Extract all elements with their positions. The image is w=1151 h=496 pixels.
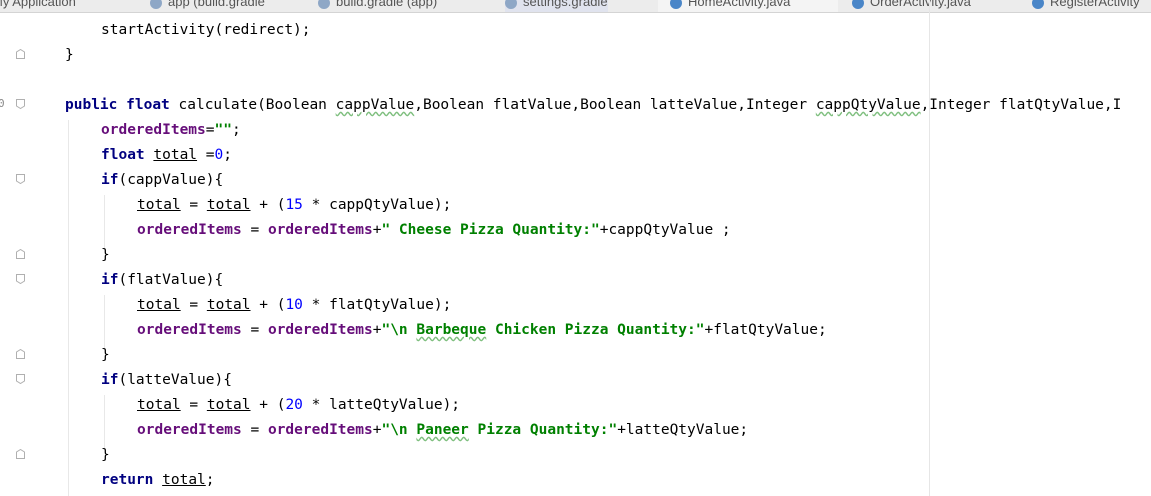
tab-build-gradle-app[interactable]: build.gradle (app) — [318, 0, 437, 12]
code-line: orderedItems = orderedItems+"\n Barbeque… — [137, 322, 827, 338]
code-line: total = total + (20 * latteQtyValue); — [137, 397, 461, 413]
code-line: startActivity(redirect); — [101, 22, 311, 38]
fold-start-icon[interactable] — [16, 274, 25, 284]
code-line: float total =0; — [101, 147, 232, 163]
fold-start-icon[interactable] — [16, 374, 25, 384]
tab-app-build-gradle[interactable]: app (build.gradle — [150, 0, 265, 12]
fold-end-icon[interactable] — [16, 49, 25, 59]
fold-end-icon[interactable] — [16, 449, 25, 459]
code-line: } — [101, 347, 110, 363]
class-icon — [1032, 0, 1044, 9]
indent-guide — [104, 395, 105, 450]
tab-order-activity[interactable]: OrderActivity.java — [852, 0, 971, 12]
indent-guide — [104, 195, 105, 250]
code-line: public float calculate(Boolean cappValue… — [65, 97, 1122, 113]
code-line: return total; — [101, 472, 215, 488]
code-line: orderedItems = orderedItems+" Cheese Piz… — [137, 222, 731, 238]
code-line: } — [65, 47, 74, 63]
code-line: if(flatValue){ — [101, 272, 224, 288]
code-line: total = total + (10 * flatQtyValue); — [137, 297, 452, 313]
code-line: } — [101, 447, 110, 463]
tab-home-activity[interactable]: HomeActivity.java — [658, 0, 838, 12]
tab-my-application[interactable]: My Application — [0, 0, 76, 12]
code-line: if(cappValue){ — [101, 172, 224, 188]
gradle-icon — [505, 0, 517, 9]
fold-end-icon[interactable] — [16, 349, 25, 359]
class-icon — [670, 0, 682, 9]
fold-start-icon[interactable] — [16, 99, 25, 109]
indent-guide — [68, 120, 69, 496]
editor-tab-bar: My Application app (build.gradle build.g… — [0, 0, 1151, 13]
gradle-icon — [150, 0, 162, 9]
gradle-icon — [318, 0, 330, 9]
right-margin-guide — [929, 0, 930, 496]
code-line: orderedItems = orderedItems+"\n Paneer P… — [137, 422, 749, 438]
code-line: orderedItems=""; — [101, 122, 241, 138]
gutter-marker: 0 — [0, 97, 5, 110]
code-line: if(latteValue){ — [101, 372, 232, 388]
class-icon — [852, 0, 864, 9]
tab-settings-gradle[interactable]: settings.gradle — [505, 0, 608, 12]
tab-register-activity[interactable]: RegisterActivity — [1032, 0, 1140, 12]
code-line: } — [101, 247, 110, 263]
code-line: total = total + (15 * cappQtyValue); — [137, 197, 452, 213]
fold-start-icon[interactable] — [16, 174, 25, 184]
fold-end-icon[interactable] — [16, 249, 25, 259]
indent-guide — [104, 295, 105, 350]
